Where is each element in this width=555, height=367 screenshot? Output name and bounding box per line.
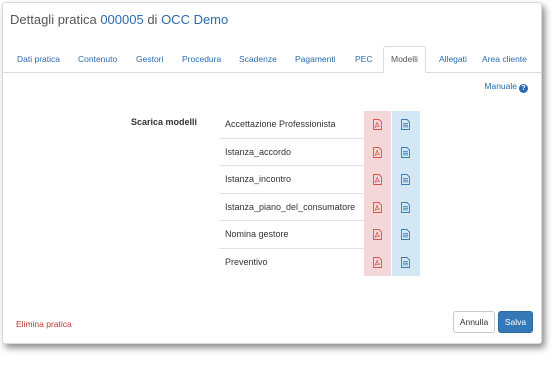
tab-gestori[interactable]: Gestori <box>136 46 163 72</box>
title-prefix: Dettagli pratica <box>10 12 101 27</box>
save-button[interactable]: Salva <box>498 311 533 333</box>
document-file-icon <box>401 146 410 158</box>
model-row: Preventivo <box>219 248 420 276</box>
model-row: Accettazione Professionista <box>219 111 420 139</box>
manual-link-label: Manuale <box>484 81 517 91</box>
practice-details-dialog: Dettagli pratica 000005 di OCC Demo Dati… <box>2 2 542 344</box>
download-doc-button[interactable] <box>392 248 420 276</box>
model-name: Istanza_piano_del_consumatore <box>219 194 364 221</box>
model-name: Istanza_accordo <box>219 139 364 166</box>
model-name: Istanza_incontro <box>219 166 364 194</box>
tab-dati-pratica[interactable]: Dati pratica <box>17 46 60 72</box>
document-file-icon <box>401 174 410 185</box>
download-pdf-button[interactable] <box>364 193 392 221</box>
model-row: Istanza_piano_del_consumatore <box>219 193 420 221</box>
tab-scadenze[interactable]: Scadenze <box>239 46 277 72</box>
download-pdf-button[interactable] <box>364 166 392 194</box>
model-name: Accettazione Professionista <box>219 111 364 139</box>
pdf-file-icon <box>373 256 382 268</box>
download-doc-button[interactable] <box>392 221 420 249</box>
pdf-file-icon <box>373 174 382 185</box>
organization-name: OCC Demo <box>161 12 229 27</box>
download-pdf-button[interactable] <box>364 111 392 139</box>
model-row: Istanza_accordo <box>219 138 420 166</box>
download-doc-button[interactable] <box>392 193 420 221</box>
tab-procedura[interactable]: Procedura <box>182 46 221 72</box>
question-circle-icon: ? <box>519 84 528 93</box>
document-file-icon <box>401 229 410 240</box>
practice-number: 000005 <box>100 12 144 27</box>
download-doc-button[interactable] <box>392 138 420 166</box>
tab-modelli[interactable]: Modelli <box>383 46 426 73</box>
model-row: Nomina gestore <box>219 221 420 249</box>
download-pdf-button[interactable] <box>364 138 392 166</box>
models-table: Accettazione Professionista Istanza_acco… <box>219 111 420 276</box>
page-title: Dettagli pratica 000005 di OCC Demo <box>10 12 228 27</box>
download-doc-button[interactable] <box>392 111 420 139</box>
cancel-button[interactable]: Annulla <box>453 311 495 333</box>
document-file-icon <box>401 119 410 130</box>
model-row: Istanza_incontro <box>219 166 420 194</box>
model-name: Nomina gestore <box>219 221 364 249</box>
document-file-icon <box>401 256 410 268</box>
pdf-file-icon <box>373 201 382 213</box>
download-doc-button[interactable] <box>392 166 420 194</box>
model-name: Preventivo <box>225 256 268 267</box>
delete-practice-link[interactable]: Elimina pratica <box>16 319 72 329</box>
manual-link[interactable]: Manuale? <box>484 81 528 93</box>
tab-bar: Dati pratica Contenuto Gestori Procedura… <box>3 46 541 73</box>
document-file-icon <box>401 201 410 213</box>
download-pdf-button[interactable] <box>364 248 392 276</box>
pdf-file-icon <box>373 229 382 240</box>
download-pdf-button[interactable] <box>364 221 392 249</box>
title-middle: di <box>143 12 162 27</box>
tab-pec[interactable]: PEC <box>355 46 372 72</box>
tab-pagamenti[interactable]: Pagamenti <box>295 46 336 72</box>
pdf-file-icon <box>373 146 382 158</box>
tab-allegati[interactable]: Allegati <box>439 46 467 72</box>
download-models-label: Scarica modelli <box>131 117 198 127</box>
tab-area-cliente[interactable]: Area cliente <box>482 46 527 72</box>
tab-contenuto[interactable]: Contenuto <box>78 46 117 72</box>
pdf-file-icon <box>373 119 382 130</box>
